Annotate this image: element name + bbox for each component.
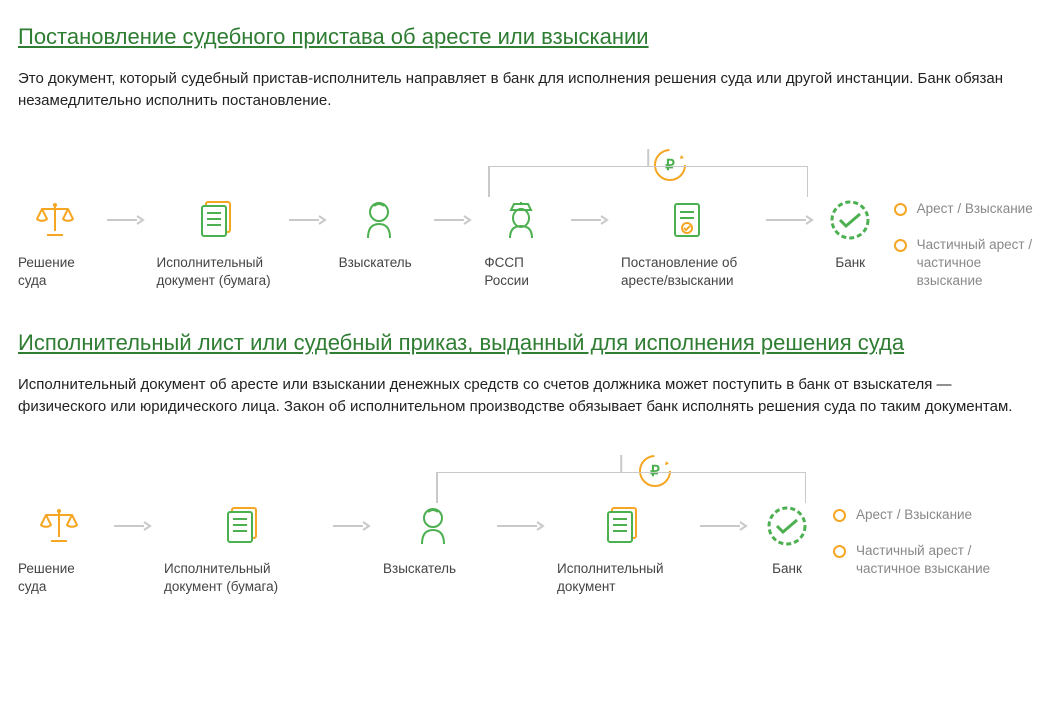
bullet-icon bbox=[894, 203, 907, 216]
sber-icon bbox=[829, 198, 871, 242]
bracket-connector bbox=[488, 166, 808, 167]
section2-description: Исполнительный документ об аресте или вз… bbox=[18, 374, 1039, 418]
step-label: Постановление об аресте/взыскании bbox=[621, 254, 753, 290]
step-label: Банк bbox=[759, 560, 815, 578]
outcomes-list: Арест / Взыскание Частичный арест / част… bbox=[833, 506, 1003, 579]
flow-diagram-1: ₽ Решение суда bbox=[18, 148, 1039, 291]
bullet-icon bbox=[833, 509, 846, 522]
arrow-icon bbox=[563, 198, 615, 242]
step-bank: Банк bbox=[759, 504, 815, 578]
step-court-decision: Решение суда bbox=[18, 198, 93, 290]
step-exec-document-paper: Исполнительный документ (бумага) bbox=[157, 198, 275, 290]
arrow-icon bbox=[426, 198, 478, 242]
document-check-icon bbox=[669, 198, 705, 242]
outcome-item: Арест / Взыскание bbox=[833, 506, 1003, 524]
sber-icon bbox=[766, 504, 808, 548]
step-label: Банк bbox=[825, 254, 876, 272]
step-exec-document: Исполнительный документ bbox=[557, 504, 687, 596]
step-claimant: Взыскатель bbox=[383, 504, 483, 578]
outcome-item: Частичный арест / частичное взыскание bbox=[833, 542, 1003, 578]
ruble-icon: ₽ bbox=[638, 454, 672, 488]
section1-heading[interactable]: Постановление судебного пристава об арес… bbox=[18, 24, 1039, 50]
arrow-icon bbox=[759, 198, 819, 242]
person-icon bbox=[416, 504, 450, 548]
outcome-text: Арест / Взыскание bbox=[917, 200, 1033, 218]
bullet-icon bbox=[833, 545, 846, 558]
person-icon bbox=[362, 198, 396, 242]
outcome-text: Частичный арест / частичное взыскание bbox=[917, 236, 1039, 291]
scales-icon bbox=[34, 198, 76, 242]
document-stack-icon bbox=[222, 504, 262, 548]
ruble-icon: ₽ bbox=[653, 148, 687, 182]
arrow-icon bbox=[693, 504, 753, 548]
arrow-icon bbox=[106, 504, 158, 548]
flow-diagram-2: ₽ Решение суда bbox=[18, 454, 1039, 596]
outcome-item: Частичный арест / частичное взыскание bbox=[894, 236, 1039, 291]
step-fssp: ФССП России bbox=[484, 198, 557, 290]
outcome-text: Арест / Взыскание bbox=[856, 506, 972, 524]
step-label: Решение суда bbox=[18, 560, 100, 596]
arrow-icon bbox=[489, 504, 551, 548]
arrow-icon bbox=[281, 198, 333, 242]
step-label: Взыскатель bbox=[339, 254, 421, 272]
step-exec-document-paper: Исполнительный документ (бумага) bbox=[164, 504, 319, 596]
step-court-decision: Решение суда bbox=[18, 504, 100, 596]
step-claimant: Взыскатель bbox=[339, 198, 421, 272]
outcome-item: Арест / Взыскание bbox=[894, 200, 1039, 218]
step-label: Решение суда bbox=[18, 254, 93, 290]
bracket-connector bbox=[436, 472, 806, 473]
arrow-icon bbox=[325, 504, 377, 548]
outcomes-list: Арест / Взыскание Частичный арест / част… bbox=[894, 200, 1039, 291]
document-stack-icon bbox=[196, 198, 236, 242]
document-stack-icon bbox=[602, 504, 642, 548]
outcome-text: Частичный арест / частичное взыскание bbox=[856, 542, 1003, 578]
step-arrest-order: Постановление об аресте/взыскании bbox=[621, 198, 753, 290]
step-label: Исполнительный документ bbox=[557, 560, 687, 596]
step-label: ФССП России bbox=[484, 254, 557, 290]
step-label: Исполнительный документ (бумага) bbox=[157, 254, 275, 290]
arrow-icon bbox=[99, 198, 151, 242]
bullet-icon bbox=[894, 239, 907, 252]
section2-heading[interactable]: Исполнительный лист или судебный приказ,… bbox=[18, 330, 1039, 356]
bailiff-icon bbox=[504, 198, 538, 242]
scales-icon bbox=[38, 504, 80, 548]
step-bank: Банк bbox=[825, 198, 876, 272]
step-label: Взыскатель bbox=[383, 560, 483, 578]
section1-description: Это документ, который судебный пристав-и… bbox=[18, 68, 1039, 112]
step-label: Исполнительный документ (бумага) bbox=[164, 560, 319, 596]
